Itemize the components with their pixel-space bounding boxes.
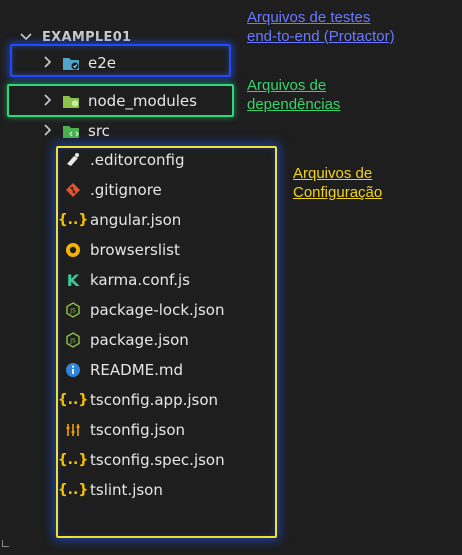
annotation-line: Arquivos de: [293, 165, 373, 182]
explorer-root-label: EXAMPLE01: [42, 29, 132, 45]
resize-corner-mark: [2, 540, 9, 547]
chevron-down-icon: [20, 30, 36, 45]
annotation-line: end-to-end (Protactor): [247, 28, 395, 45]
node-modules-highlight-box: [7, 84, 234, 117]
e2e-highlight-box: [10, 44, 231, 77]
folder-row-src[interactable]: src: [44, 117, 110, 145]
chevron-right-icon: [44, 122, 62, 140]
annotation-line: Arquivos de: [247, 77, 327, 94]
file-explorer: EXAMPLE01 e2e node_modules src .editorco…: [0, 0, 462, 555]
annotation-line: Configuração: [293, 184, 383, 201]
src-folder-icon: [62, 122, 80, 140]
annotation-line: Arquivos de testes: [247, 9, 371, 26]
folder-label: src: [88, 122, 110, 140]
annotation-line: dependências: [247, 96, 341, 113]
config-files-highlight-box: [56, 146, 277, 538]
e2e-annotation: Arquivos de testes end-to-end (Protactor…: [247, 8, 395, 46]
config-annotation: Arquivos de Configuração: [293, 164, 382, 202]
dependencies-annotation: Arquivos de dependências: [247, 76, 340, 114]
